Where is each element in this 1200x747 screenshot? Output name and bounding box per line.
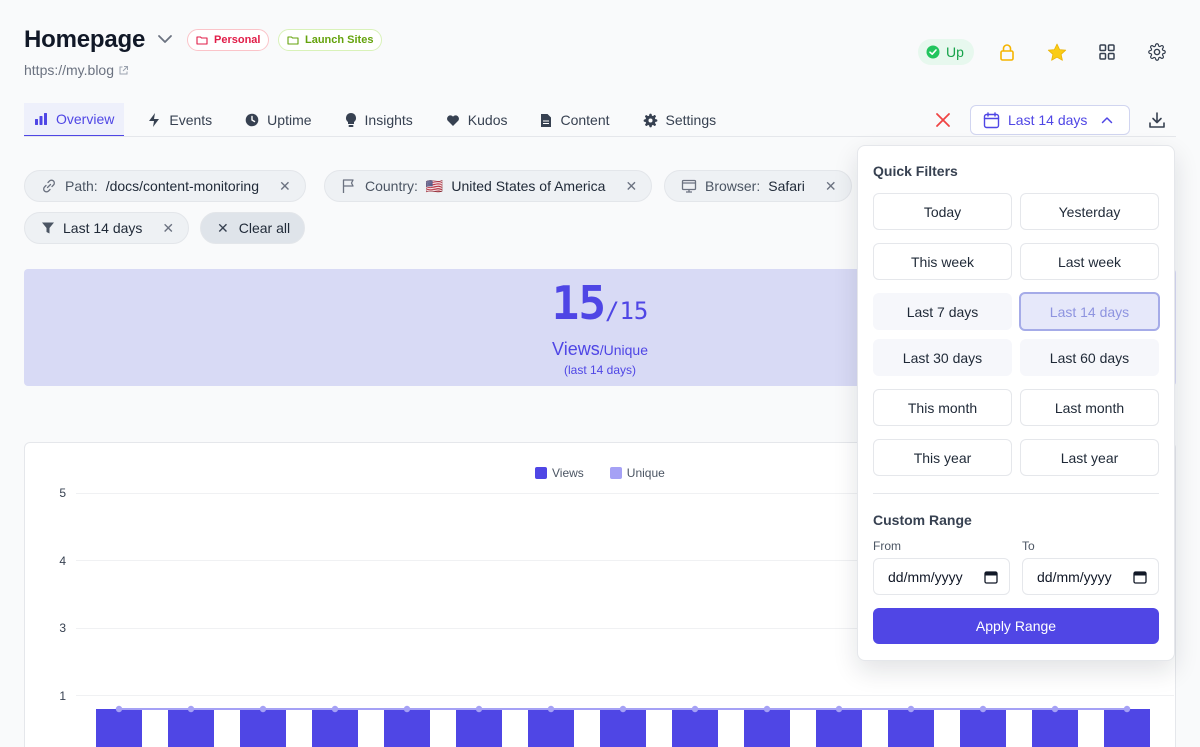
quick-filter-last-30-days[interactable]: Last 30 days (873, 339, 1012, 376)
unique-point[interactable] (691, 705, 699, 713)
unique-point[interactable] (115, 705, 123, 713)
views-bar[interactable] (816, 709, 862, 747)
unique-point[interactable] (979, 705, 987, 713)
views-bar[interactable] (1032, 709, 1078, 747)
views-bar[interactable] (672, 709, 718, 747)
quick-filter-this-month[interactable]: This month (873, 389, 1012, 426)
views-bar[interactable] (600, 709, 646, 747)
unique-point[interactable] (259, 705, 267, 713)
views-bar[interactable] (96, 709, 142, 747)
calendar-icon[interactable] (1133, 570, 1147, 584)
views-bar[interactable] (1104, 709, 1150, 747)
views-bar[interactable] (240, 709, 286, 747)
quick-filter-this-week[interactable]: This week (873, 243, 1012, 280)
quick-filter-last-week[interactable]: Last week (1020, 243, 1159, 280)
quick-filter-yesterday[interactable]: Yesterday (1020, 193, 1159, 230)
views-bar[interactable] (528, 709, 574, 747)
quick-filter-last-year[interactable]: Last year (1020, 439, 1159, 476)
views-bar[interactable] (168, 709, 214, 747)
unique-point[interactable] (1123, 705, 1131, 713)
views-bar[interactable] (384, 709, 430, 747)
quick-filter-last-month[interactable]: Last month (1020, 389, 1159, 426)
unique-point[interactable] (331, 705, 339, 713)
unique-point[interactable] (835, 705, 843, 713)
quick-filter-today[interactable]: Today (873, 193, 1012, 230)
unique-point[interactable] (907, 705, 915, 713)
dropdown-divider (873, 493, 1159, 494)
quick-filter-last-14-days[interactable]: Last 14 days (1019, 292, 1160, 331)
quick-filter-last-60-days[interactable]: Last 60 days (1020, 339, 1159, 376)
quick-filter-this-year[interactable]: This year (873, 439, 1012, 476)
unique-point[interactable] (1051, 705, 1059, 713)
unique-point[interactable] (475, 705, 483, 713)
from-date-input[interactable]: dd/mm/yyyy (873, 558, 1010, 595)
unique-point[interactable] (187, 705, 195, 713)
to-date-input[interactable]: dd/mm/yyyy (1022, 558, 1159, 595)
views-bar[interactable] (960, 709, 1006, 747)
unique-point[interactable] (403, 705, 411, 713)
custom-range-heading: Custom Range (873, 512, 972, 528)
unique-point[interactable] (763, 705, 771, 713)
apply-range-button[interactable]: Apply Range (873, 608, 1159, 644)
from-label: From (873, 539, 901, 553)
unique-point[interactable] (547, 705, 555, 713)
views-bar[interactable] (744, 709, 790, 747)
quick-filter-last-7-days[interactable]: Last 7 days (873, 293, 1012, 330)
views-bar[interactable] (456, 709, 502, 747)
date-placeholder: dd/mm/yyyy (888, 568, 963, 585)
unique-point[interactable] (619, 705, 627, 713)
to-label: To (1022, 539, 1035, 553)
quick-filters-heading: Quick Filters (873, 163, 958, 179)
views-bar[interactable] (312, 709, 358, 747)
date-placeholder: dd/mm/yyyy (1037, 568, 1112, 585)
calendar-icon[interactable] (984, 570, 998, 584)
views-bar[interactable] (888, 709, 934, 747)
